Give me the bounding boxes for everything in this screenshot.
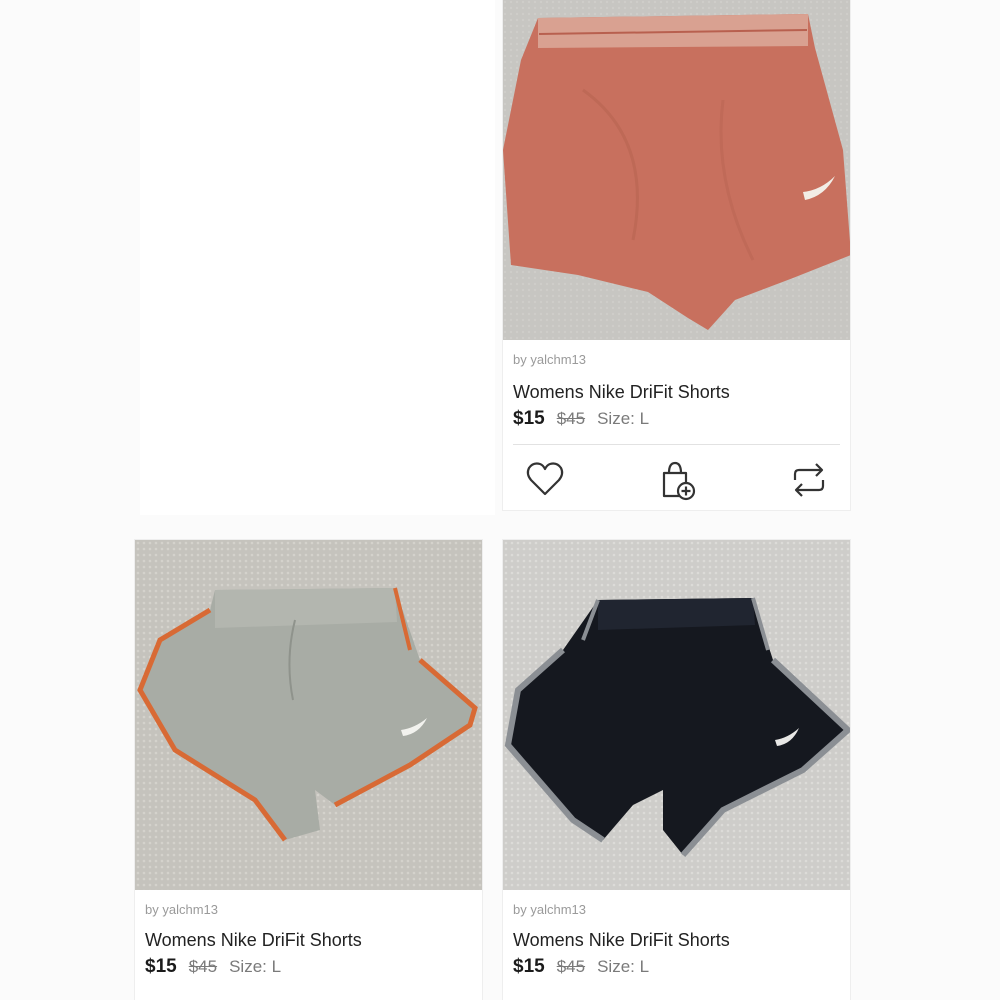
heart-icon [526, 462, 564, 496]
original-price: $45 [188, 957, 218, 976]
original-price: $45 [556, 409, 586, 428]
seller-name[interactable]: by yalchm13 [513, 902, 586, 917]
size-label: Size: L [229, 957, 282, 976]
shorts-image [135, 540, 482, 890]
like-button[interactable] [521, 456, 569, 504]
bag-add-icon [662, 461, 696, 501]
listing-card[interactable]: by yalchm13 Womens Nike DriFit Shorts $1… [503, 0, 850, 510]
listing-title[interactable]: Womens Nike DriFit Shorts [513, 930, 730, 951]
add-to-bundle-button[interactable] [653, 456, 701, 504]
divider [513, 444, 840, 445]
size-label: Size: L [597, 409, 650, 428]
price: $15 [145, 956, 177, 977]
listing-card[interactable]: by yalchm13 Womens Nike DriFit Shorts $1… [503, 540, 850, 1000]
shorts-image [503, 540, 850, 890]
original-price: $45 [556, 957, 586, 976]
product-photo[interactable] [503, 0, 850, 340]
seller-name[interactable]: by yalchm13 [145, 902, 218, 917]
seller-name[interactable]: by yalchm13 [513, 352, 586, 367]
product-photo[interactable] [503, 540, 850, 890]
listing-card[interactable]: by yalchm13 Womens Nike DriFit Shorts $1… [135, 540, 482, 1000]
price-row: $15 $45 Size: L [513, 956, 649, 978]
product-photo[interactable] [135, 540, 482, 890]
price-row: $15 $45 Size: L [513, 408, 649, 430]
price-row: $15 $45 Size: L [145, 956, 281, 978]
action-bar [503, 450, 850, 510]
blank-area [140, 0, 495, 515]
size-label: Size: L [597, 957, 650, 976]
price: $15 [513, 408, 545, 429]
price: $15 [513, 956, 545, 977]
share-button[interactable] [785, 456, 833, 504]
shorts-image [503, 0, 850, 340]
repost-icon [793, 463, 825, 497]
listing-title[interactable]: Womens Nike DriFit Shorts [145, 930, 362, 951]
listing-title[interactable]: Womens Nike DriFit Shorts [513, 382, 730, 403]
